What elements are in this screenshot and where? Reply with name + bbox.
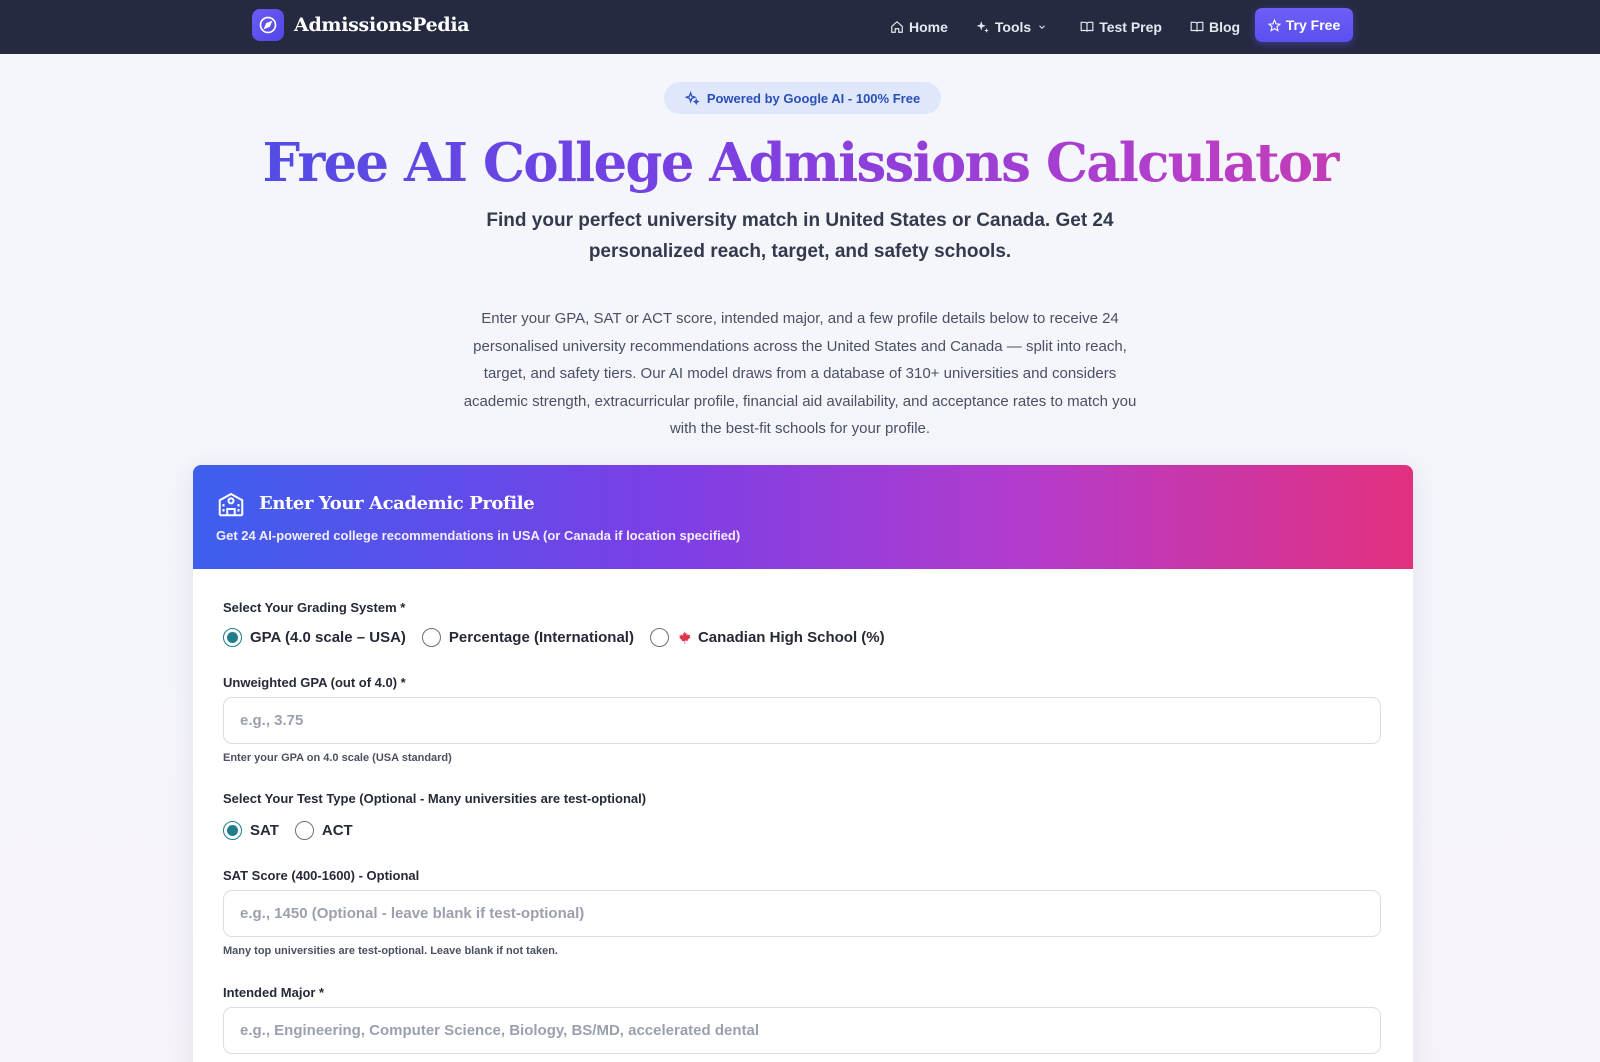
nav-link-label: Tools [994, 19, 1032, 35]
sparkle-icon [684, 90, 700, 105]
badge-text: Powered by Google AI - 100% Free [706, 90, 921, 106]
intended-major-input[interactable] [223, 1007, 1381, 1054]
radio-dot [421, 628, 441, 647]
nav-link-blog[interactable]: Blog [1190, 19, 1240, 35]
radio-canadian[interactable]: Canadian High School (%) [649, 628, 885, 647]
radio-percentage[interactable]: Percentage (International) [421, 628, 634, 647]
gpa-label: Unweighted GPA (out of 4.0) * [223, 675, 406, 690]
star-icon [1267, 18, 1281, 32]
maple-leaf-icon [679, 631, 691, 644]
radio-label: Percentage (International) [448, 629, 634, 646]
radio-label: SAT [250, 822, 279, 839]
radio-gpa[interactable]: GPA (4.0 scale – USA) [223, 628, 406, 647]
sat-score-input[interactable] [223, 890, 1381, 937]
hero-subtitle: Find your perfect university match in Un… [486, 210, 1114, 262]
intended-major-label: Intended Major * [223, 985, 325, 1000]
grading-system-label: Select Your Grading System * [223, 600, 406, 615]
home-icon [891, 20, 903, 33]
nav-link-test-prep[interactable]: Test Prep [1080, 19, 1162, 35]
radio-act[interactable]: ACT [294, 821, 353, 840]
test-type-options: SAT ACT [223, 821, 369, 840]
radio-dot [223, 821, 242, 840]
grading-system-options: GPA (4.0 scale – USA) Percentage (Intern… [223, 628, 901, 647]
gpa-input[interactable] [223, 697, 1381, 744]
book-icon [1080, 21, 1094, 32]
nav-links: Home Tools Test Prep Blog [890, 0, 1268, 54]
try-free-button[interactable]: Try Free [1255, 8, 1353, 42]
sparkle-icon [976, 21, 989, 33]
card-subtitle: Get 24 AI-powered college recommendation… [216, 528, 741, 543]
powered-by-badge: Powered by Google AI - 100% Free [664, 82, 941, 114]
brand[interactable]: AdmissionsPedia [252, 9, 470, 41]
academic-profile-card: Enter Your Academic Profile Get 24 AI-po… [193, 465, 1413, 1062]
radio-sat[interactable]: SAT [223, 821, 279, 840]
radio-dot [649, 628, 669, 647]
radio-dot [294, 821, 314, 840]
radio-label: Canadian High School (%) [697, 629, 885, 646]
brand-name: AdmissionsPedia [294, 14, 470, 36]
try-free-label: Try Free [1285, 17, 1341, 33]
sat-hint: Many top universities are test-optional.… [223, 945, 558, 957]
hero-description: Enter your GPA, SAT or ACT score, intend… [463, 310, 1137, 437]
gpa-hint: Enter your GPA on 4.0 scale (USA standar… [223, 752, 452, 764]
nav-link-home[interactable]: Home [890, 19, 948, 35]
school-icon [218, 492, 244, 517]
radio-label: ACT [321, 822, 353, 839]
radio-label: GPA (4.0 scale – USA) [250, 629, 406, 646]
page-title: Free AI College Admissions Calculator [0, 128, 1600, 198]
book-icon [1190, 21, 1204, 32]
nav-link-label: Blog [1208, 19, 1241, 35]
test-type-label: Select Your Test Type (Optional - Many u… [223, 791, 647, 806]
nav-link-label: Test Prep [1099, 19, 1162, 35]
compass-icon [252, 9, 284, 41]
nav-link-label: Home [909, 19, 948, 35]
chevron-down-icon [1039, 25, 1046, 29]
top-navbar: AdmissionsPedia Home Tools Test Prep Blo… [0, 0, 1600, 54]
card-title: Enter Your Academic Profile [259, 493, 535, 514]
card-header: Enter Your Academic Profile Get 24 AI-po… [193, 465, 1413, 569]
radio-dot [223, 628, 242, 647]
nav-link-tools[interactable]: Tools [976, 19, 1052, 35]
sat-score-label: SAT Score (400-1600) - Optional [223, 868, 420, 883]
